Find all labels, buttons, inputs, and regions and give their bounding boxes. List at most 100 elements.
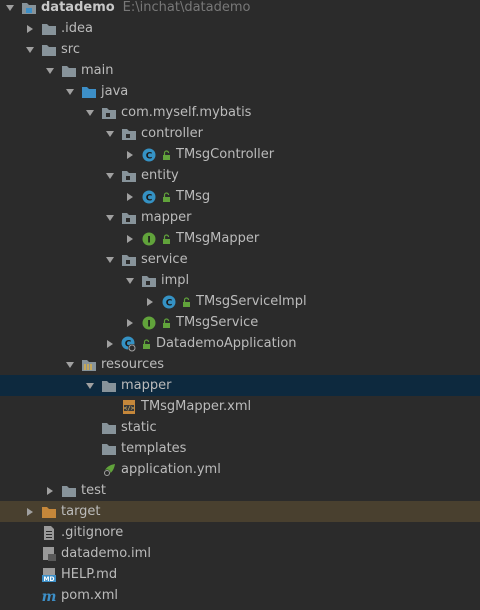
tree-node-package[interactable]: com.myself.mybatis xyxy=(0,102,480,123)
chevron-right-icon[interactable] xyxy=(104,338,116,350)
tree-node-label: src xyxy=(61,42,80,57)
folder-icon xyxy=(101,420,117,436)
chevron-down-icon[interactable] xyxy=(84,380,96,392)
chevron-down-icon[interactable] xyxy=(64,86,76,98)
tree-node-application-yml[interactable]: application.yml xyxy=(0,459,480,480)
tree-node-label: application.yml xyxy=(121,462,221,477)
tree-node-label: static xyxy=(121,420,157,435)
chevron-right-icon[interactable] xyxy=(124,191,136,203)
tree-node-datademo-iml[interactable]: datademo.iml xyxy=(0,543,480,564)
maven-icon: m xyxy=(41,588,57,604)
svg-text:C: C xyxy=(146,151,153,161)
svg-text:C: C xyxy=(166,298,173,308)
tree-node-label: TMsgMapper xyxy=(176,231,260,246)
tree-node-mapper-package[interactable]: mapper xyxy=(0,207,480,228)
chevron-down-icon[interactable] xyxy=(4,2,16,14)
chevron-right-icon[interactable] xyxy=(44,485,56,497)
chevron-down-icon[interactable] xyxy=(84,107,96,119)
tree-node-tmsg-mapper-xml[interactable]: </> TMsgMapper.xml xyxy=(0,396,480,417)
tree-node-label: resources xyxy=(101,357,165,372)
tree-node-entity[interactable]: entity xyxy=(0,165,480,186)
tree-node-tmsg[interactable]: C TMsg xyxy=(0,186,480,207)
tree-node-label: pom.xml xyxy=(61,588,118,603)
lock-icon xyxy=(181,296,191,308)
tree-node-java[interactable]: java xyxy=(0,81,480,102)
tree-node-label: TMsgMapper.xml xyxy=(141,399,252,414)
tree-node-tmsg-mapper[interactable]: I TMsgMapper xyxy=(0,228,480,249)
module-file-icon xyxy=(41,546,57,562)
tree-node-label: main xyxy=(81,63,114,78)
tree-node-target[interactable]: target xyxy=(0,501,480,522)
tree-node-label: java xyxy=(101,84,129,99)
tree-node-label: test xyxy=(81,483,106,498)
project-path: E:\inchat\datademo xyxy=(122,0,251,15)
tree-node-label: .gitignore xyxy=(61,525,124,540)
lock-icon xyxy=(161,317,171,329)
tree-node-impl[interactable]: impl xyxy=(0,270,480,291)
tree-node-label: DatademoApplication xyxy=(156,336,297,351)
chevron-down-icon[interactable] xyxy=(24,44,36,56)
chevron-right-icon[interactable] xyxy=(124,149,136,161)
chevron-down-icon[interactable] xyxy=(124,275,136,287)
tree-node-resources[interactable]: resources xyxy=(0,354,480,375)
resources-folder-icon xyxy=(81,357,97,373)
svg-text:</>: </> xyxy=(124,405,135,412)
chevron-right-icon[interactable] xyxy=(24,506,36,518)
lock-icon xyxy=(161,149,171,161)
package-icon xyxy=(101,105,117,121)
lock-icon xyxy=(161,233,171,245)
tree-node-label: TMsg xyxy=(176,189,211,204)
tree-node-label: entity xyxy=(141,168,179,183)
svg-text:I: I xyxy=(147,319,150,329)
tree-node-tmsg-service-impl[interactable]: C TMsgServiceImpl xyxy=(0,291,480,312)
xml-file-icon: </> xyxy=(121,399,137,415)
tree-node-gitignore[interactable]: .gitignore xyxy=(0,522,480,543)
tree-node-mapper-resource[interactable]: mapper xyxy=(0,375,480,396)
chevron-down-icon[interactable] xyxy=(104,254,116,266)
tree-node-label: TMsgService xyxy=(176,315,259,330)
svg-text:C: C xyxy=(146,193,153,203)
spring-config-file-icon xyxy=(101,462,117,478)
chevron-down-icon[interactable] xyxy=(44,65,56,77)
chevron-down-icon[interactable] xyxy=(104,170,116,182)
tree-node-label: TMsgServiceImpl xyxy=(196,294,307,309)
chevron-right-icon[interactable] xyxy=(124,233,136,245)
folder-icon xyxy=(41,21,57,37)
folder-icon xyxy=(101,378,117,394)
tree-node-controller[interactable]: controller xyxy=(0,123,480,144)
package-icon xyxy=(121,210,137,226)
tree-node-templates[interactable]: templates xyxy=(0,438,480,459)
tree-node-tmsg-controller[interactable]: C TMsgController xyxy=(0,144,480,165)
lock-icon xyxy=(141,338,151,350)
package-icon xyxy=(121,168,137,184)
svg-text:m: m xyxy=(42,589,57,604)
tree-node-tmsg-service[interactable]: I TMsgService xyxy=(0,312,480,333)
excluded-folder-icon xyxy=(41,504,57,520)
tree-node-static[interactable]: static xyxy=(0,417,480,438)
tree-node-service[interactable]: service xyxy=(0,249,480,270)
tree-node-main[interactable]: main xyxy=(0,60,480,81)
chevron-down-icon[interactable] xyxy=(104,128,116,140)
tree-node-src[interactable]: src xyxy=(0,39,480,60)
package-icon xyxy=(121,252,137,268)
tree-node-label: datademo xyxy=(41,0,115,15)
tree-node-idea[interactable]: .idea xyxy=(0,18,480,39)
chevron-down-icon[interactable] xyxy=(64,359,76,371)
tree-node-test[interactable]: test xyxy=(0,480,480,501)
chevron-right-icon[interactable] xyxy=(24,23,36,35)
project-tree: datademo E:\inchat\datademo .idea src ma… xyxy=(0,0,480,610)
source-folder-icon xyxy=(81,84,97,100)
chevron-down-icon[interactable] xyxy=(104,212,116,224)
tree-node-help-md[interactable]: MD HELP.md xyxy=(0,564,480,585)
chevron-right-icon[interactable] xyxy=(144,296,156,308)
tree-node-datademo-application[interactable]: C DatademoApplication xyxy=(0,333,480,354)
text-file-icon xyxy=(41,525,57,541)
svg-text:MD: MD xyxy=(44,576,55,583)
chevron-right-icon[interactable] xyxy=(124,317,136,329)
tree-node-label: service xyxy=(141,252,188,267)
folder-icon xyxy=(61,63,77,79)
tree-node-label: datademo.iml xyxy=(61,546,151,561)
tree-node-label: impl xyxy=(161,273,190,288)
tree-node-pom-xml[interactable]: m pom.xml xyxy=(0,585,480,606)
tree-node-datademo[interactable]: datademo E:\inchat\datademo xyxy=(0,0,480,18)
